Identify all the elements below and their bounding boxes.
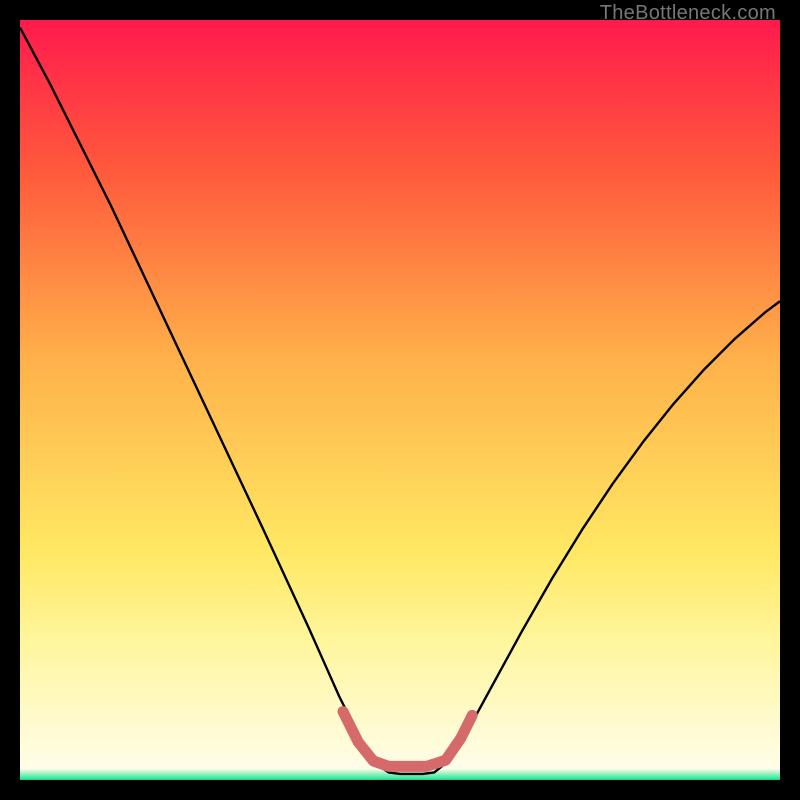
watermark-text: TheBottleneck.com bbox=[600, 2, 776, 25]
gradient-background bbox=[20, 20, 780, 780]
bottleneck-chart bbox=[20, 20, 780, 780]
chart-frame: TheBottleneck.com bbox=[0, 0, 800, 800]
chart-plot-area bbox=[20, 20, 780, 780]
